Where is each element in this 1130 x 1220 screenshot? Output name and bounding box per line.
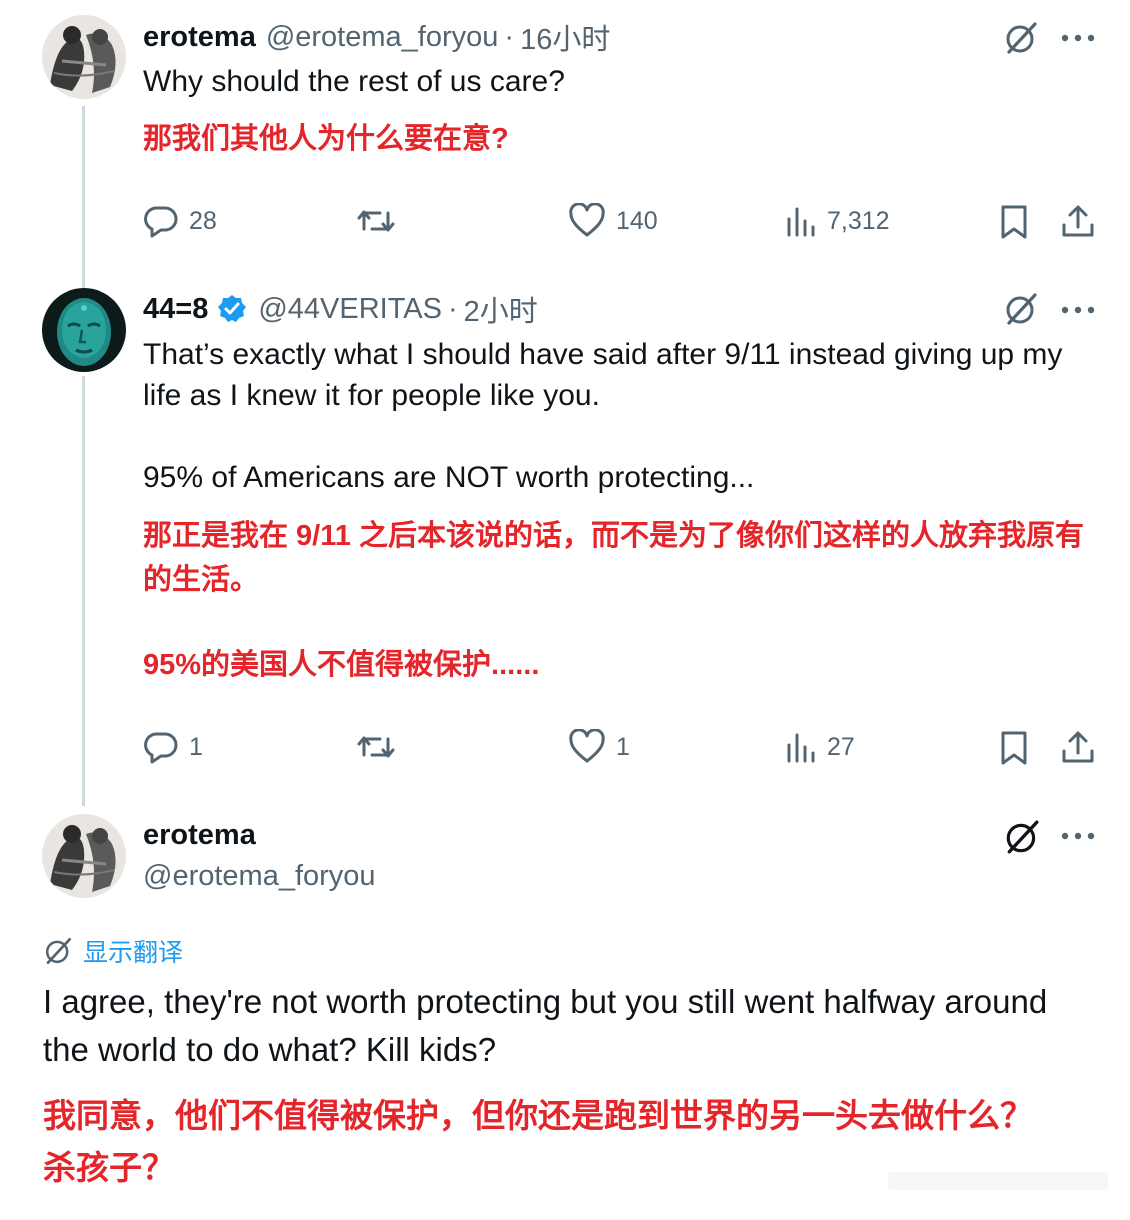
reply-icon (144, 206, 178, 238)
tweet-translation-annotation: 那我们其他人为什么要在意? (143, 123, 509, 155)
separator-dot: · (504, 20, 515, 53)
thread-line (82, 106, 85, 288)
grok-icon[interactable] (1003, 20, 1039, 61)
avatar[interactable] (42, 15, 126, 99)
avatar[interactable] (42, 814, 126, 898)
more-icon[interactable] (1060, 30, 1096, 51)
reply-button[interactable]: 28 (143, 203, 217, 239)
reply-count: 28 (189, 206, 217, 235)
tweet-header: 44=8 @44VERITAS · 2小时 (143, 288, 538, 330)
reply-button[interactable]: 1 (143, 729, 203, 765)
tweet-text: Why should the rest of us care? (143, 65, 565, 98)
grok-icon[interactable] (1003, 818, 1041, 861)
share-icon (1062, 731, 1094, 763)
like-button[interactable]: 1 (568, 729, 630, 765)
grok-icon[interactable] (1003, 291, 1039, 332)
avatar[interactable] (42, 288, 126, 372)
share-button[interactable] (1060, 203, 1096, 239)
watermark (888, 1166, 1108, 1196)
tweet-header: erotema @erotema_foryou · 16小时 (143, 16, 610, 58)
view-count: 27 (827, 732, 855, 761)
views-icon (787, 733, 815, 763)
views-icon (787, 207, 815, 237)
thread-line (82, 376, 85, 806)
tweet-translation-annotation: 95%的美国人不值得被保护...... (143, 649, 540, 681)
like-count: 140 (616, 206, 658, 235)
tweet-text: That’s exactly what I should have said a… (143, 338, 1063, 412)
share-icon (1062, 205, 1094, 237)
more-icon[interactable] (1060, 828, 1096, 849)
display-name[interactable]: erotema (143, 21, 256, 54)
user-handle[interactable]: @44VERITAS (258, 293, 442, 326)
bookmark-icon (1001, 205, 1027, 239)
timestamp[interactable]: 16小时 (520, 16, 610, 58)
show-translation-label: 显示翻译 (83, 939, 184, 967)
tweet-translation-annotation: 那正是我在 9/11 之后本该说的话，而不是为了像你们这样的人放弃我原有的生活。 (143, 520, 1084, 596)
tweet-subheader: @erotema_foryou (143, 857, 376, 895)
user-handle[interactable]: @erotema_foryou (143, 860, 376, 893)
like-count: 1 (616, 732, 630, 761)
heart-icon (569, 729, 605, 763)
tweet-text: 95% of Americans are NOT worth protectin… (143, 461, 755, 494)
bookmark-button[interactable] (998, 729, 1030, 767)
retweet-button[interactable] (356, 729, 396, 765)
retweet-icon (357, 736, 395, 758)
retweet-button[interactable] (356, 203, 396, 239)
share-button[interactable] (1060, 729, 1096, 765)
like-button[interactable]: 140 (568, 203, 658, 239)
bookmark-icon (1001, 731, 1027, 765)
views-button[interactable]: 27 (785, 729, 855, 765)
reply-count: 1 (189, 732, 203, 761)
display-name[interactable]: 44=8 (143, 293, 208, 326)
reply-icon (144, 732, 178, 764)
tweet-text: I agree, they're not worth protecting bu… (43, 983, 1048, 1068)
separator-dot: · (447, 292, 458, 325)
translate-icon (45, 938, 71, 964)
retweet-icon (357, 210, 395, 232)
view-count: 7,312 (827, 206, 890, 235)
display-name[interactable]: erotema (143, 819, 256, 852)
views-button[interactable]: 7,312 (785, 203, 890, 239)
show-translation-button[interactable]: 显示翻译 (43, 933, 183, 969)
heart-icon (569, 203, 605, 237)
timestamp[interactable]: 2小时 (464, 288, 538, 330)
more-icon[interactable] (1060, 302, 1096, 323)
tweet-header: erotema (143, 816, 256, 854)
user-handle[interactable]: @erotema_foryou (266, 21, 499, 54)
verified-badge-icon (216, 293, 248, 325)
bookmark-button[interactable] (998, 203, 1030, 241)
